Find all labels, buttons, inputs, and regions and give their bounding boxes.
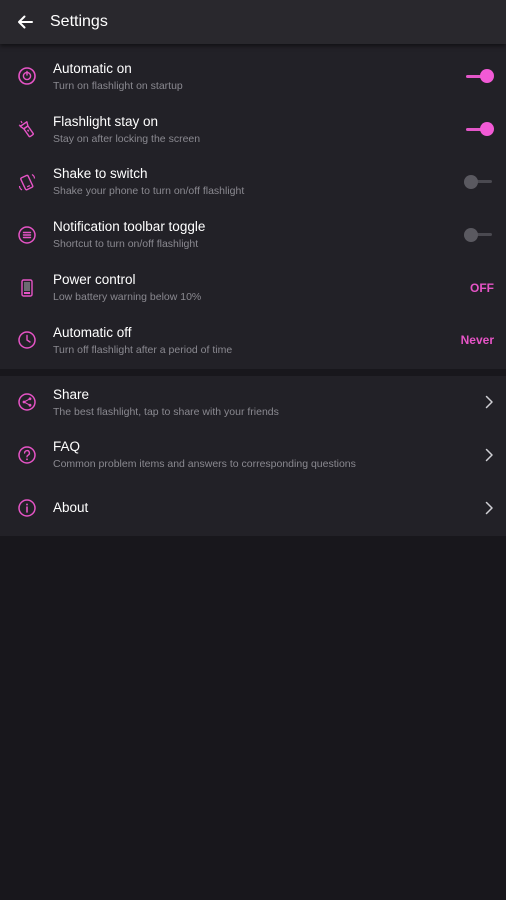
setting-title: Flashlight stay on <box>53 113 159 129</box>
chevron-right-icon <box>485 501 493 515</box>
page-title: Settings <box>50 13 108 30</box>
back-button[interactable] <box>0 0 50 44</box>
chevron-right-icon <box>485 448 493 462</box>
more-item-title: About <box>53 500 89 516</box>
arrow-left-icon <box>18 15 33 29</box>
shake-to-switch-toggle[interactable] <box>464 174 494 189</box>
more-item-subtitle: The best flashlight, tap to share with y… <box>53 405 279 418</box>
power-control-value: OFF <box>470 280 494 295</box>
app-bar: Settings <box>0 0 506 44</box>
more-section: Share The best flashlight, tap to share … <box>0 375 506 537</box>
setting-automatic-on[interactable]: Automatic on Turn on flashlight on start… <box>0 50 506 103</box>
section-divider <box>0 368 506 376</box>
flashlight-icon <box>18 120 34 138</box>
setting-notification-toolbar[interactable]: Notification toolbar toggle Shortcut to … <box>0 208 506 261</box>
automatic-on-toggle[interactable] <box>464 69 494 84</box>
setting-flashlight-stay-on[interactable]: Flashlight stay on Stay on after locking… <box>0 103 506 156</box>
setting-title: Automatic off <box>53 324 132 340</box>
battery-icon <box>20 278 33 297</box>
more-item-share[interactable]: Share The best flashlight, tap to share … <box>0 376 506 429</box>
setting-subtitle: Shortcut to turn on/off flashlight <box>53 238 199 251</box>
notification-list-icon <box>17 226 36 244</box>
clock-icon <box>17 331 36 350</box>
setting-subtitle: Low battery warning below 10% <box>53 291 202 304</box>
more-item-subtitle: Common problem items and answers to corr… <box>53 458 356 471</box>
more-item-title: Share <box>53 386 90 402</box>
setting-subtitle: Turn off flashlight after a period of ti… <box>53 343 233 356</box>
question-icon <box>17 446 36 464</box>
setting-title: Notification toolbar toggle <box>53 219 206 235</box>
automatic-off-value: Never <box>460 333 494 348</box>
notification-toolbar-toggle[interactable] <box>464 227 494 242</box>
setting-automatic-off[interactable]: Automatic off Turn off flashlight after … <box>0 314 506 367</box>
setting-power-control[interactable]: Power control Low battery warning below … <box>0 261 506 314</box>
setting-title: Power control <box>53 272 136 288</box>
settings-section: Automatic on Turn on flashlight on start… <box>0 44 506 369</box>
info-icon <box>17 499 36 517</box>
setting-title: Automatic on <box>53 60 132 76</box>
flashlight-stay-on-toggle[interactable] <box>464 122 494 137</box>
more-item-about[interactable]: About <box>0 481 506 534</box>
setting-subtitle: Stay on after locking the screen <box>53 132 201 145</box>
chevron-right-icon <box>485 395 493 409</box>
setting-title: Shake to switch <box>53 166 148 182</box>
share-icon <box>17 393 36 411</box>
more-item-faq[interactable]: FAQ Common problem items and answers to … <box>0 429 506 482</box>
setting-shake-to-switch[interactable]: Shake to switch Shake your phone to turn… <box>0 156 506 209</box>
shake-phone-icon <box>18 173 35 191</box>
setting-subtitle: Shake your phone to turn on/off flashlig… <box>53 185 245 198</box>
setting-subtitle: Turn on flashlight on startup <box>53 79 183 92</box>
more-item-title: FAQ <box>53 439 81 455</box>
power-icon <box>17 67 36 86</box>
